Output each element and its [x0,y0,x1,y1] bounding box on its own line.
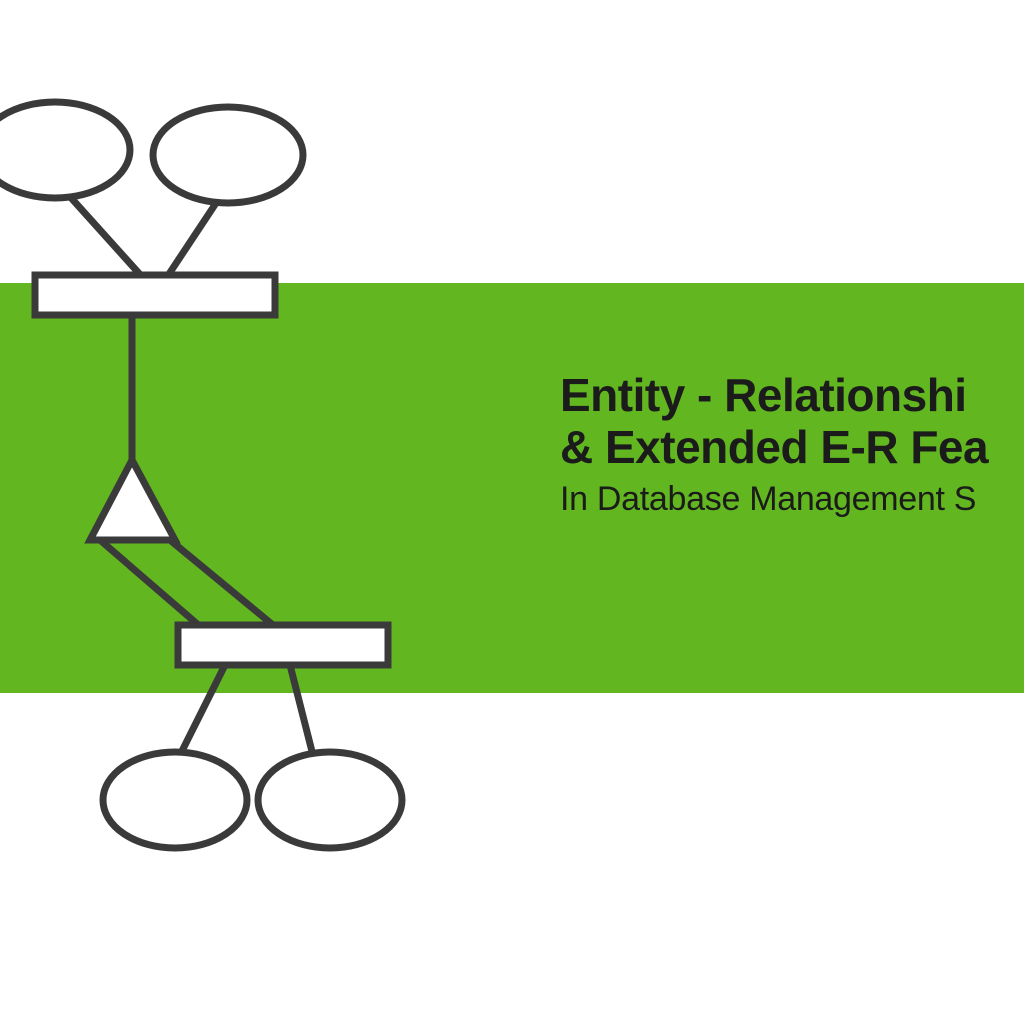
entity-rect [178,625,388,665]
attribute-ellipse [0,102,130,198]
attribute-ellipse [258,752,402,848]
attribute-ellipse [103,752,247,848]
title-line-2: & Extended E-R Fea [560,422,1024,474]
title-line-1: Entity - Relationshi [560,370,1024,422]
canvas: Entity - Relationshi & Extended E-R Fea … [0,0,1024,1024]
subtitle: In Database Management S [560,477,1024,521]
attribute-ellipse [153,107,303,203]
er-diagram [0,0,470,900]
entity-rect [35,275,275,315]
isa-triangle [90,460,175,540]
connector [170,540,285,635]
connector [100,540,210,635]
title-block: Entity - Relationshi & Extended E-R Fea … [560,370,1024,521]
